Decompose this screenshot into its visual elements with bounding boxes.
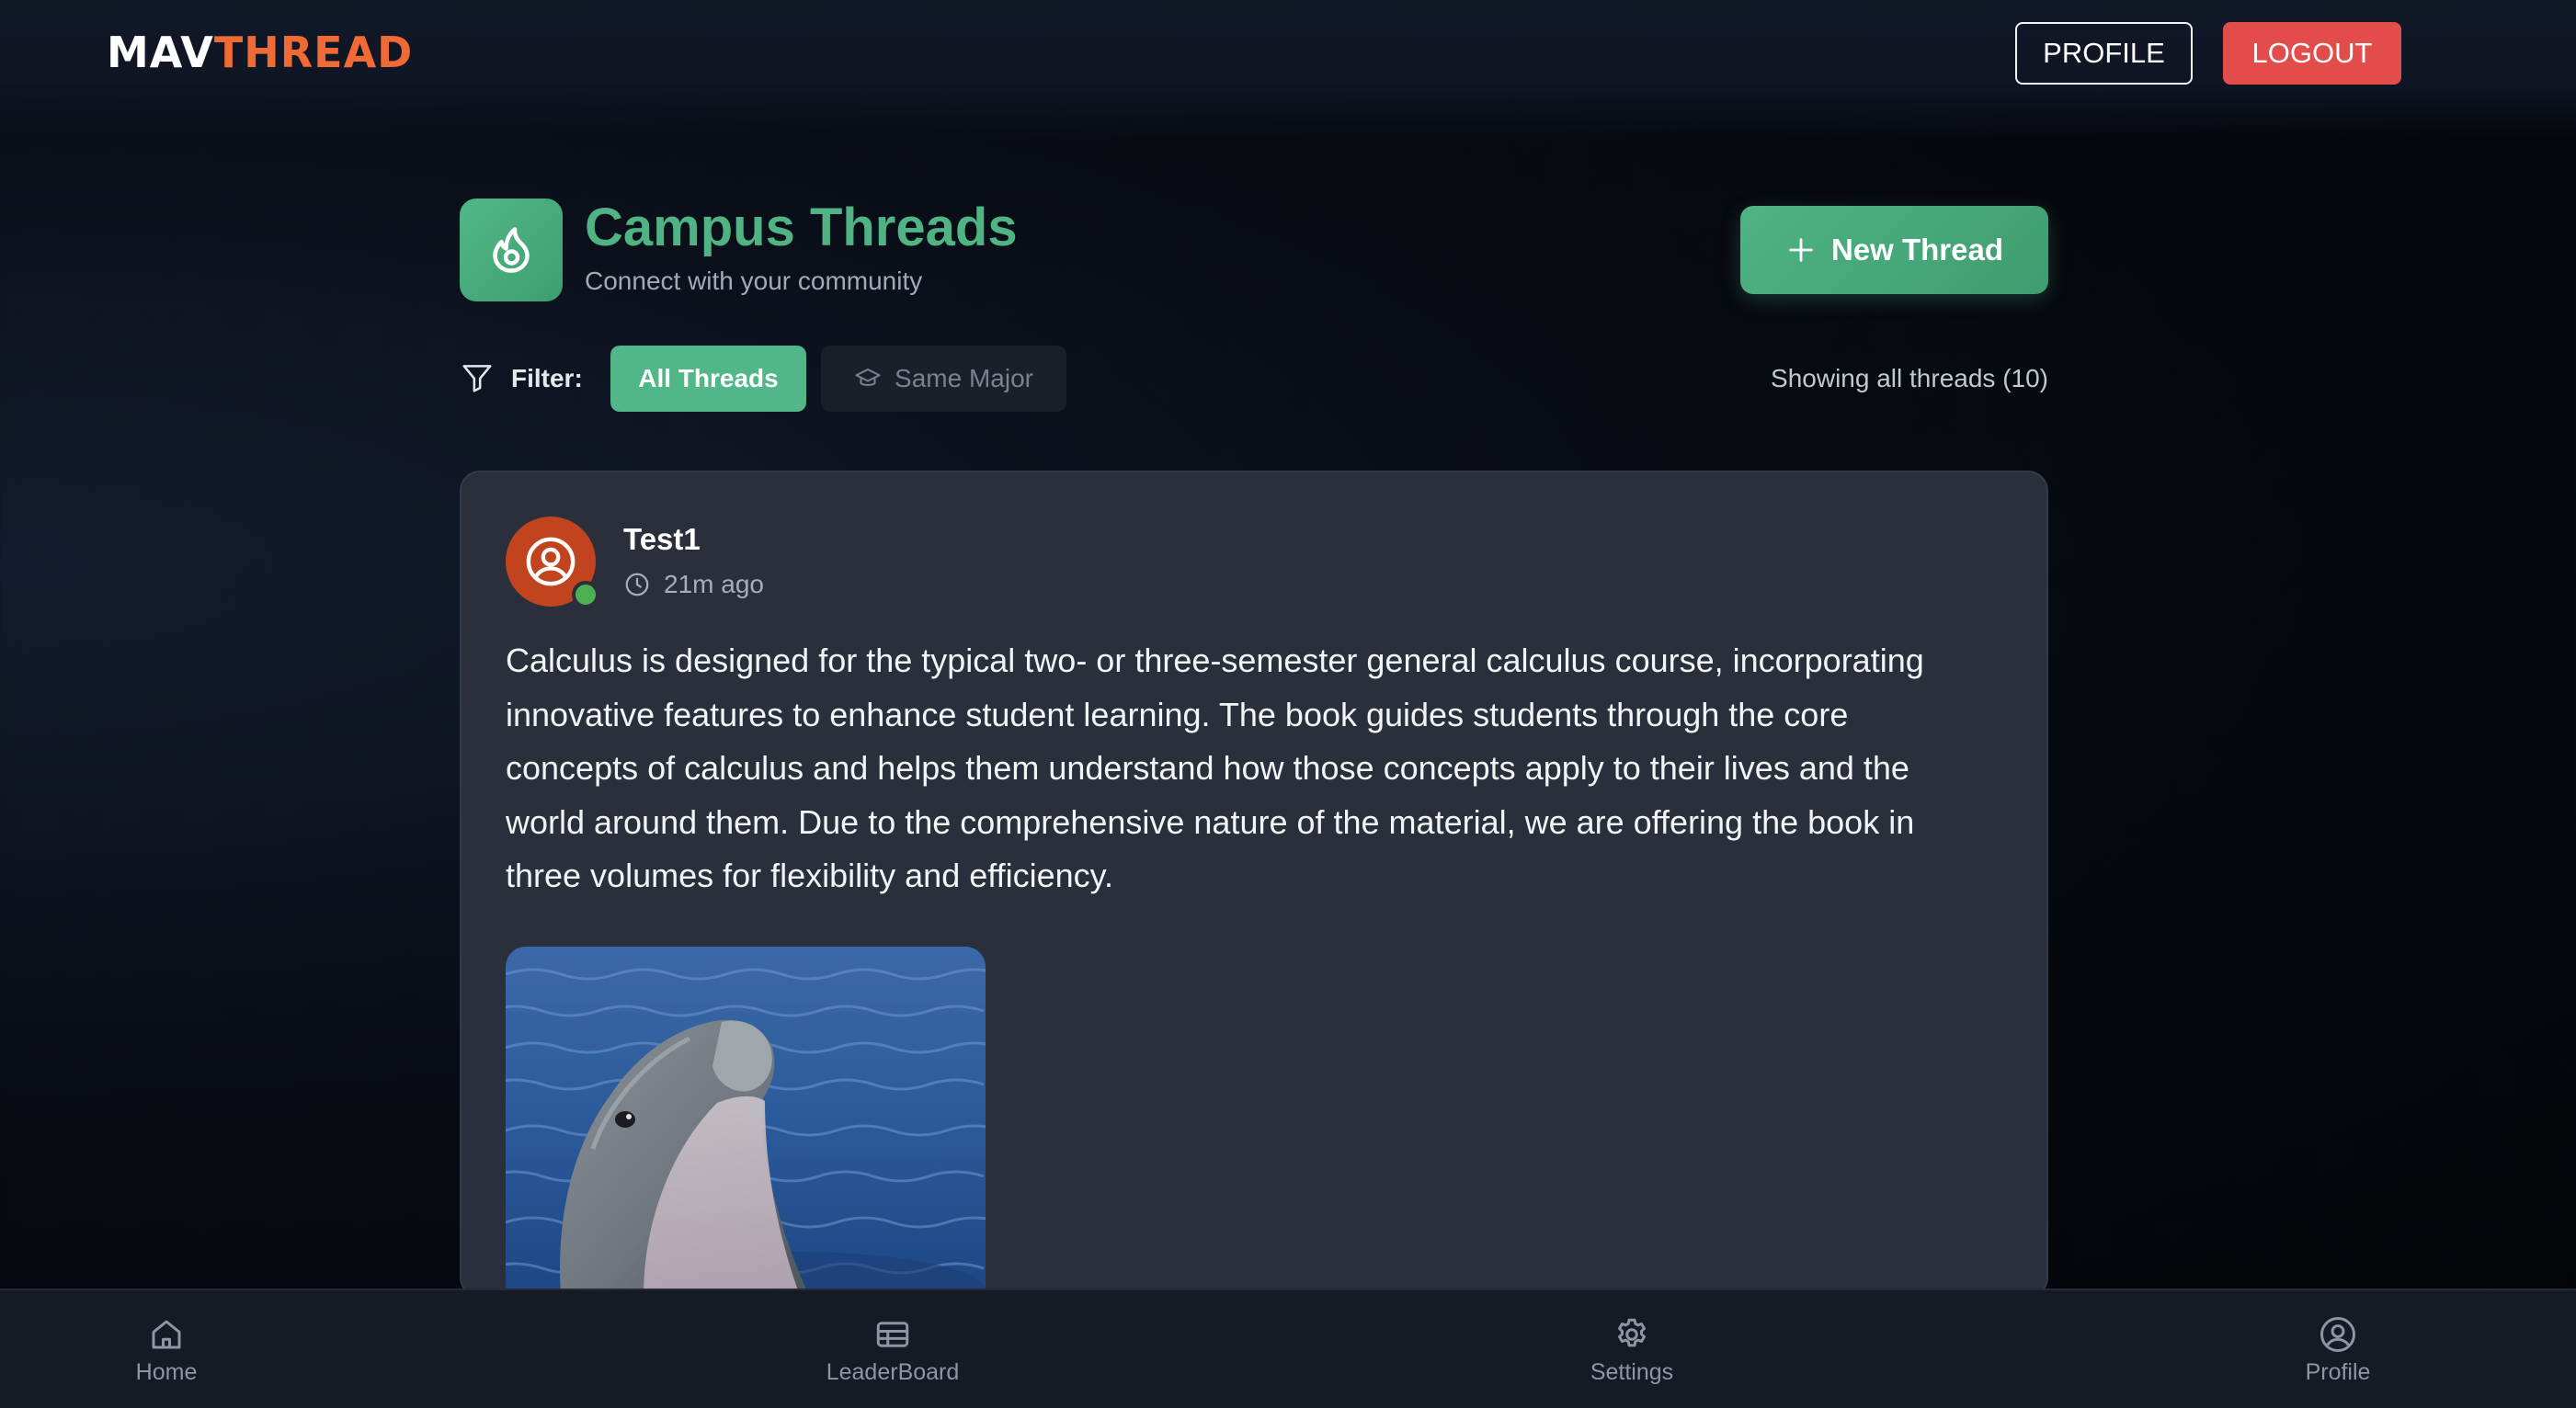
nav-settings-label: Settings xyxy=(1590,1358,1674,1385)
top-bar: MAVTHREAD PROFILE LOGOUT xyxy=(0,0,2576,138)
flame-icon xyxy=(460,199,563,301)
nav-profile[interactable]: Profile xyxy=(2237,1290,2439,1408)
graduation-cap-icon xyxy=(855,369,881,386)
nav-home-label: Home xyxy=(135,1358,198,1385)
thread-time: 21m ago xyxy=(664,570,764,598)
thread-card[interactable]: Test1 21m ago Calculus is designed for t… xyxy=(460,471,2048,1298)
clock-icon xyxy=(625,573,649,596)
new-thread-button[interactable]: New Thread xyxy=(1740,206,2048,294)
page-subtitle: Connect with your community xyxy=(585,267,923,295)
new-thread-label: New Thread xyxy=(1830,233,2004,267)
online-status-indicator xyxy=(572,581,599,608)
thread-image[interactable] xyxy=(506,947,986,1296)
page-title: Campus Threads xyxy=(585,198,1018,257)
thread-count-status: Showing all threads (10) xyxy=(1771,364,2048,392)
thread-body: Calculus is designed for the typical two… xyxy=(506,642,1924,894)
nav-settings[interactable]: Settings xyxy=(1531,1290,1733,1408)
gear-icon xyxy=(1618,1318,1646,1346)
logo-text-mav: MAV xyxy=(107,28,214,77)
logout-button[interactable]: LOGOUT xyxy=(2223,22,2401,85)
logo-text-thread: THREAD xyxy=(213,28,414,77)
nav-home[interactable]: Home xyxy=(65,1290,268,1408)
nav-leaderboard[interactable]: LeaderBoard xyxy=(792,1290,994,1408)
thread-author[interactable]: Test1 xyxy=(623,522,701,557)
filter-icon xyxy=(462,365,492,392)
filter-all-threads[interactable]: All Threads xyxy=(610,346,806,412)
filter-same-major-label: Same Major xyxy=(895,364,1033,392)
nav-leaderboard-label: LeaderBoard xyxy=(826,1358,960,1385)
user-circle-icon xyxy=(526,537,576,586)
leaderboard-icon xyxy=(876,1321,909,1347)
profile-button[interactable]: PROFILE xyxy=(2015,22,2193,85)
thread-timestamp: 21m ago xyxy=(623,570,764,599)
user-circle-icon xyxy=(2320,1316,2355,1352)
app-logo[interactable]: MAVTHREAD xyxy=(107,28,413,77)
nav-profile-label: Profile xyxy=(2305,1358,2371,1385)
filter-label: Filter: xyxy=(511,364,583,392)
home-icon xyxy=(152,1320,181,1348)
bottom-nav: Home LeaderBoard Settings Profile xyxy=(0,1289,2576,1408)
plus-icon xyxy=(1789,238,1813,262)
filter-same-major[interactable]: Same Major xyxy=(821,346,1066,412)
